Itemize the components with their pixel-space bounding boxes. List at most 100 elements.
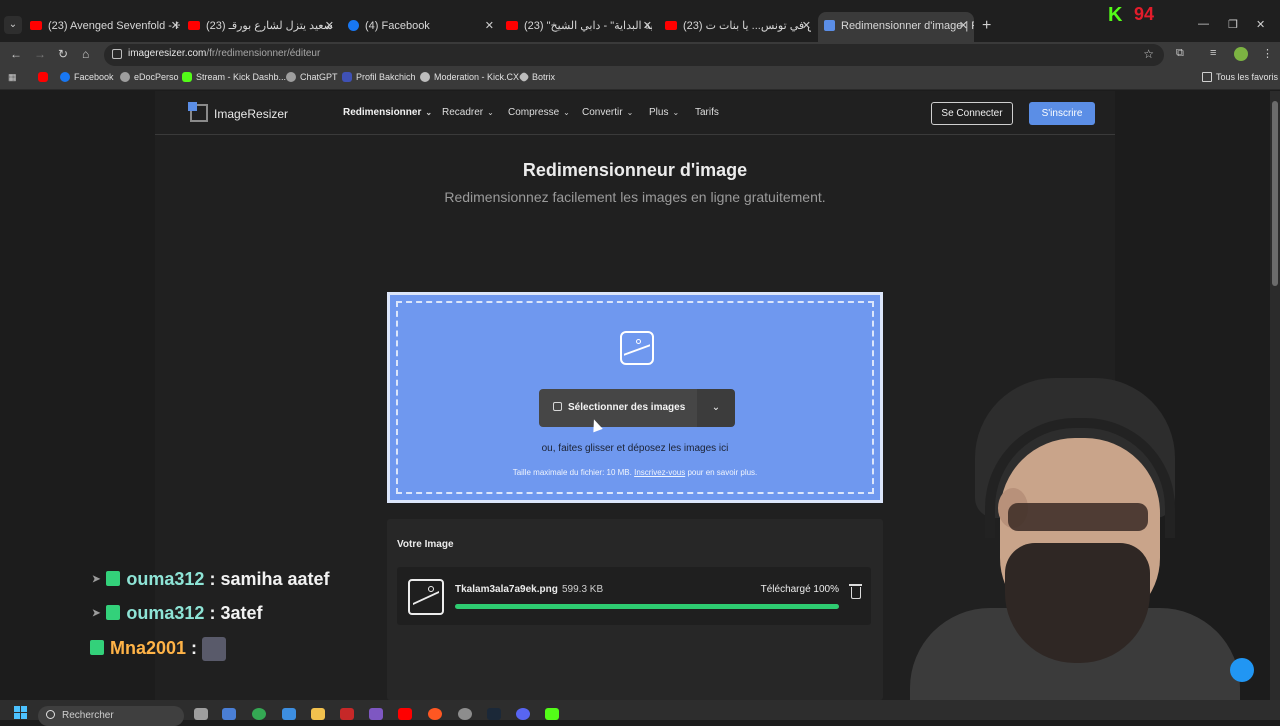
search-icon [46,710,55,719]
bookmark-edocperso[interactable]: eDocPerso [120,71,179,83]
page-title: Redimensionneur d'image [522,160,748,180]
bakchich-icon [342,71,352,82]
youtube-app-icon[interactable] [398,708,412,720]
kick-icon [182,71,192,82]
chevron-down-icon: ⌄ [626,108,634,117]
new-tab-button[interactable]: + [982,17,991,35]
task-view-icon[interactable] [194,708,208,720]
chevron-down-icon: ⌄ [487,108,494,117]
close-icon[interactable]: ✕ [802,14,811,38]
file-name: Tkalam3ala7a9ek.png [455,584,558,595]
tab-search-button[interactable]: ⌄ [4,16,22,34]
bookmark-profil-bakchich[interactable]: Profil Bakchich [342,71,416,83]
kick-count: 94 [1134,4,1155,24]
tab-facebook[interactable]: (4) Facebook ✕ [348,14,494,38]
media-control-icon[interactable]: ≡ [1210,47,1216,59]
image-thumbnail-icon [408,579,444,616]
reload-icon[interactable]: ↻ [58,47,68,61]
extensions-icon[interactable]: ⧉ [1176,47,1184,60]
signup-button[interactable]: S'inscrire [1029,102,1095,125]
signup-link[interactable]: Inscrivez-vous [634,468,685,477]
taskbar-search[interactable]: Rechercher [38,706,184,726]
all-bookmarks[interactable]: Tous les favoris [1202,71,1278,83]
tab-kais-saied[interactable]: (23) قيس سعيد يتزل لشارع بورقـ ✕ [188,14,334,38]
login-button[interactable]: Se Connecter [931,102,1013,125]
profile-avatar[interactable] [1234,47,1248,61]
bookmarks-bar: ▦ Facebook eDocPerso Stream - Kick Dashb… [0,68,1280,90]
bookmark-chatgpt[interactable]: ChatGPT [286,71,338,83]
blue-light [1230,658,1254,682]
imageresizer-logo-icon[interactable] [188,102,208,122]
youtube-icon [665,20,677,30]
bookmark-botrix[interactable]: Botrix [518,70,555,83]
close-icon[interactable]: ✕ [643,14,652,38]
tab-dabi-cheikh[interactable]: (23) "أغنية البداية" - دابي الشيخ ✕ [506,14,652,38]
youtube-icon [30,20,42,30]
drag-drop-text: ou, faites glisser et déposez les images… [541,443,729,454]
imageresizer-icon [824,19,835,31]
close-icon[interactable]: ✕ [171,14,180,38]
close-icon[interactable]: ✕ [325,14,334,38]
app-red-icon[interactable] [340,708,354,720]
file-explorer-icon[interactable] [311,708,325,720]
forward-arrow-icon[interactable]: → [34,47,46,61]
nav-recadrer[interactable]: Recadrer ⌄ [442,107,494,118]
select-images-button[interactable]: Sélectionner des images [539,389,697,427]
apps-grid-icon[interactable]: ▦ [8,72,17,83]
discord-icon[interactable] [516,708,530,720]
page-subtitle: Redimensionnez facilement les images en … [444,189,826,205]
chrome-icon[interactable] [252,708,266,720]
tab-imageresizer[interactable]: Redimensionner d'image | Re ✕ [818,12,974,42]
youtube-icon [38,71,48,82]
close-icon[interactable]: ✕ [959,12,968,40]
windows-start-icon[interactable] [14,706,28,720]
page-scrollbar[interactable] [1270,91,1280,700]
nav-tarifs[interactable]: Tarifs [695,107,719,118]
chevron-down-icon: ⌄ [563,108,570,117]
folder-icon [1202,71,1212,82]
window-close-icon[interactable]: ✕ [1256,18,1265,31]
bookmark-moderation-kick[interactable]: Moderation - Kick.CX [420,71,519,83]
obs-icon[interactable] [458,708,472,720]
bookmark-kick-dashboard[interactable]: Stream - Kick Dashb... [182,71,286,83]
browser-tab-strip: ⌄ (23) Avenged Sevenfold - Hail T ✕ (23)… [0,0,1280,42]
minimize-icon[interactable]: — [1198,18,1209,30]
chatgpt-icon [286,71,296,82]
bookmark-star-icon[interactable]: ☆ [1143,47,1154,61]
windows-taskbar: Rechercher [0,700,1280,726]
bookmark-facebook[interactable]: Facebook [60,71,114,83]
close-icon[interactable]: ✕ [485,14,494,38]
copilot-icon[interactable] [222,708,236,720]
browser-menu-icon[interactable]: ⋮ [1262,47,1273,60]
steam-icon[interactable] [487,708,501,720]
kick-app-icon[interactable] [545,708,559,720]
your-image-title: Votre Image [397,539,454,550]
back-arrow-icon[interactable]: ← [10,47,22,61]
tab-harassment[interactable]: (23) التحرش في تونس... يا بنات ت ✕ [665,14,811,38]
site-info-icon[interactable] [112,49,122,59]
home-icon[interactable]: ⌂ [82,47,89,61]
select-source-dropdown[interactable]: ⌄ [697,389,735,427]
tab-avenged-sevenfold[interactable]: (23) Avenged Sevenfold - Hail T ✕ [30,14,180,38]
url-text[interactable]: imageresizer.com/fr/redimensionner/édite… [128,48,320,59]
app-orange-icon[interactable] [428,708,442,720]
upload-dropzone[interactable]: Sélectionner des images ⌄ ou, faites gli… [387,292,883,503]
facebook-icon [348,19,359,31]
restore-icon[interactable]: ❐ [1228,18,1238,31]
chat-message: Mna2001 : [90,637,227,661]
subscriber-badge-icon [106,604,121,620]
nav-convertir[interactable]: Convertir ⌄ [582,107,633,118]
site-logo[interactable]: ImageResizer [214,107,288,121]
app-purple-icon[interactable] [369,708,383,720]
nav-redimensionner[interactable]: Redimensionner ⌄ [343,107,432,118]
chat-message: ➤ ouma312 : 3atef [92,603,263,623]
kick-logo-icon: K [1108,4,1123,26]
scrollbar-thumb[interactable] [1272,101,1278,286]
reply-arrow-icon: ➤ [92,608,101,619]
store-icon[interactable] [282,708,296,720]
bookmark-youtube[interactable] [38,71,52,83]
nav-compresse[interactable]: Compresse ⌄ [508,107,570,118]
nav-plus[interactable]: Plus ⌄ [649,107,679,118]
moderation-icon [420,71,430,82]
address-bar[interactable]: imageresizer.com/fr/redimensionner/édite… [104,44,1164,66]
